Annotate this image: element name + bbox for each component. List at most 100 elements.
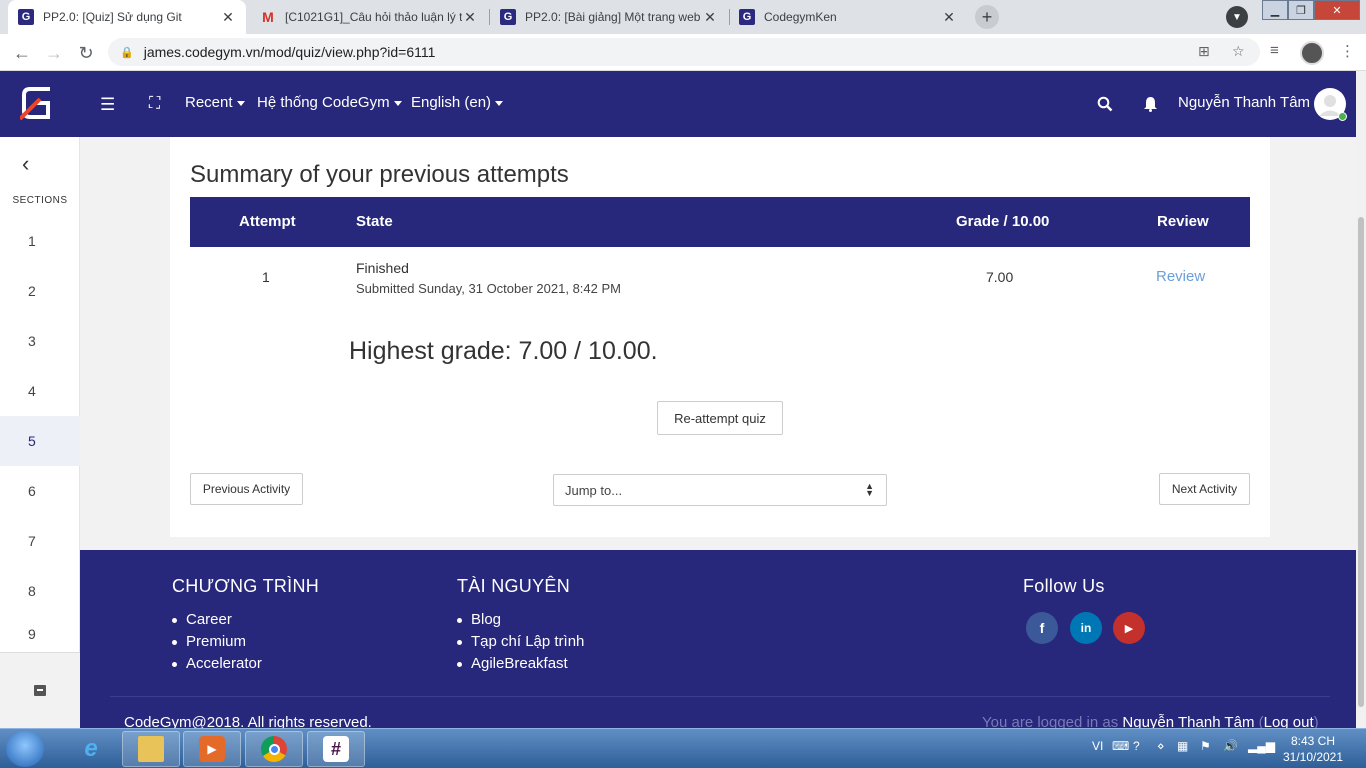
reading-list-icon[interactable]: ≡ [1270, 42, 1279, 59]
section-link-9[interactable]: 9 [0, 616, 80, 652]
review-link[interactable]: Review [1156, 268, 1205, 285]
internet-explorer-app[interactable]: e [62, 731, 120, 767]
section-link-4[interactable]: 4 [0, 366, 80, 416]
codegym-logo[interactable] [20, 85, 54, 121]
user-avatar[interactable] [1314, 88, 1347, 121]
site-navbar: ☰ ⛶ Recent Hệ thống CodeGym English (en)… [0, 71, 1356, 137]
footer-link-tap-chi[interactable]: Tạp chí Lập trình [457, 633, 584, 655]
codegym-favicon-icon: G [500, 9, 516, 25]
highest-grade: Highest grade: 7.00 / 10.00. [349, 337, 658, 365]
minimize-window-button[interactable]: ▁ [1262, 0, 1288, 20]
translate-icon[interactable]: ⊞ [1198, 43, 1210, 60]
fullscreen-icon[interactable]: ⛶ [149, 95, 160, 113]
browser-tab-quiz[interactable]: G PP2.0: [Quiz] Sử dụng Git ✕ [8, 0, 246, 34]
recent-menu[interactable]: Recent [185, 94, 245, 111]
archive-icon[interactable] [34, 685, 46, 696]
media-player-app[interactable]: ▶ [183, 731, 241, 767]
lock-icon: 🔒 [120, 46, 134, 59]
tab-title: PP2.0: [Bài giảng] Một trang web [525, 10, 701, 24]
footer-link-agilebreakfast[interactable]: AgileBreakfast [457, 655, 584, 677]
browser-menu-icon[interactable]: ⋮ [1340, 42, 1355, 60]
tray-expand-icon[interactable]: ⋄ [1157, 739, 1165, 753]
course-index-drawer: ‹ SECTIONS 1 2 3 4 5 6 7 8 9 [0, 137, 80, 728]
browser-tab-lecture[interactable]: G PP2.0: [Bài giảng] Một trang web ✕ [490, 0, 728, 34]
new-tab-button[interactable]: + [975, 5, 999, 29]
section-link-3[interactable]: 3 [0, 316, 80, 366]
start-button[interactable] [6, 731, 44, 767]
section-link-5[interactable]: 5 [0, 416, 80, 466]
keyboard-icon[interactable]: ⌨ [1112, 739, 1129, 753]
clock-time: 8:43 CH [1290, 734, 1336, 748]
close-window-button[interactable]: ✕ [1314, 0, 1360, 20]
system-clock[interactable]: 8:43 CH 31/10/2021 [1278, 733, 1348, 765]
previous-activity-button[interactable]: Previous Activity [190, 473, 303, 505]
jump-to-select[interactable]: Jump to... ▲ ▼ [553, 474, 887, 506]
recent-label: Recent [185, 94, 233, 111]
slack-app[interactable]: # [307, 731, 365, 767]
network-icon[interactable]: ▦ [1177, 739, 1188, 753]
select-arrows-icon: ▲ ▼ [865, 481, 874, 498]
scrollbar-thumb[interactable] [1358, 217, 1364, 707]
bookmark-star-icon[interactable]: ☆ [1232, 43, 1245, 60]
browser-tab-gmail[interactable]: M [C1021G1]_Câu hỏi thảo luận lý t ✕ [250, 0, 488, 34]
volume-icon[interactable]: 🔊 [1223, 739, 1238, 753]
linkedin-icon[interactable]: in [1070, 612, 1102, 644]
notification-bell-icon[interactable] [1143, 96, 1158, 112]
security-flag-icon[interactable]: ⚑ [1200, 739, 1211, 753]
page-scrollbar[interactable] [1356, 71, 1366, 728]
codegym-favicon-icon: G [18, 9, 34, 25]
input-language[interactable]: VI [1092, 739, 1103, 753]
browser-tab-strip: G PP2.0: [Quiz] Sử dụng Git ✕ M [C1021G1… [0, 0, 1366, 34]
reattempt-quiz-button[interactable]: Re-attempt quiz [657, 401, 783, 435]
youtube-icon[interactable]: ▶ [1113, 612, 1145, 644]
footer-link-premium[interactable]: Premium [172, 633, 319, 655]
section-link-7[interactable]: 7 [0, 516, 80, 566]
attempts-table-header: Attempt State Grade / 10.00 Review [190, 197, 1250, 247]
caret-down-icon [236, 100, 245, 106]
hamburger-menu-icon[interactable]: ☰ [100, 95, 115, 115]
footer-link-blog[interactable]: Blog [457, 611, 584, 633]
back-arrow-icon[interactable]: ← [10, 41, 34, 65]
browser-tab-codegymken[interactable]: G CodegymKen ✕ [729, 0, 967, 34]
folder-icon [138, 736, 164, 762]
tab-title: CodegymKen [764, 10, 837, 24]
section-link-2[interactable]: 2 [0, 266, 80, 316]
gmail-favicon-icon: M [262, 9, 274, 25]
url-text: james.codegym.vn/mod/quiz/view.php?id=61… [143, 44, 436, 60]
chevron-left-icon[interactable]: ‹ [22, 151, 29, 177]
maximize-window-button[interactable]: ❐ [1288, 0, 1314, 20]
footer-link-career[interactable]: Career [172, 611, 319, 633]
footer-column-resources: TÀI NGUYÊN Blog Tạp chí Lập trình AgileB… [457, 576, 584, 677]
language-menu[interactable]: English (en) [411, 94, 504, 111]
signal-icon[interactable]: ▂▄▆ [1248, 739, 1275, 753]
table-row: 1 Finished Submitted Sunday, 31 October … [190, 247, 1250, 311]
sections-heading: SECTIONS [12, 195, 68, 206]
codegym-favicon-icon: G [739, 9, 755, 25]
profile-avatar-icon[interactable] [1300, 41, 1324, 65]
address-bar[interactable]: 🔒 james.codegym.vn/mod/quiz/view.php?id=… [108, 38, 1260, 66]
forward-arrow-icon[interactable]: → [42, 41, 66, 65]
user-menu[interactable]: Nguyễn Thanh Tâm [1178, 94, 1310, 111]
next-activity-button[interactable]: Next Activity [1159, 473, 1250, 505]
close-tab-icon[interactable]: ✕ [462, 9, 478, 26]
tab-search-icon[interactable]: ▼ [1226, 6, 1248, 28]
search-icon[interactable] [1097, 96, 1113, 112]
chrome-icon [261, 736, 287, 762]
attempt-column-header: Attempt [239, 213, 296, 230]
close-tab-icon[interactable]: ✕ [941, 9, 957, 26]
attempt-state: Finished [356, 260, 409, 276]
reload-icon[interactable]: ↻ [74, 41, 98, 65]
help-icon[interactable]: ? [1133, 739, 1140, 753]
footer-link-accelerator[interactable]: Accelerator [172, 655, 319, 677]
section-link-6[interactable]: 6 [0, 466, 80, 516]
close-tab-icon[interactable]: ✕ [702, 9, 718, 26]
section-link-1[interactable]: 1 [0, 216, 80, 266]
close-tab-icon[interactable]: ✕ [220, 9, 236, 26]
facebook-icon[interactable]: f [1026, 612, 1058, 644]
chrome-app[interactable] [245, 731, 303, 767]
section-link-8[interactable]: 8 [0, 566, 80, 616]
file-explorer-app[interactable] [122, 731, 180, 767]
footer-column-programs: CHƯƠNG TRÌNH Career Premium Accelerator [172, 576, 319, 677]
windows-taskbar: e ▶ # VI ⌨ ? ⋄ ▦ ⚑ 🔊 ▂▄▆ 8:43 CH 31/10/2… [0, 728, 1366, 768]
system-menu[interactable]: Hệ thống CodeGym [257, 94, 402, 111]
